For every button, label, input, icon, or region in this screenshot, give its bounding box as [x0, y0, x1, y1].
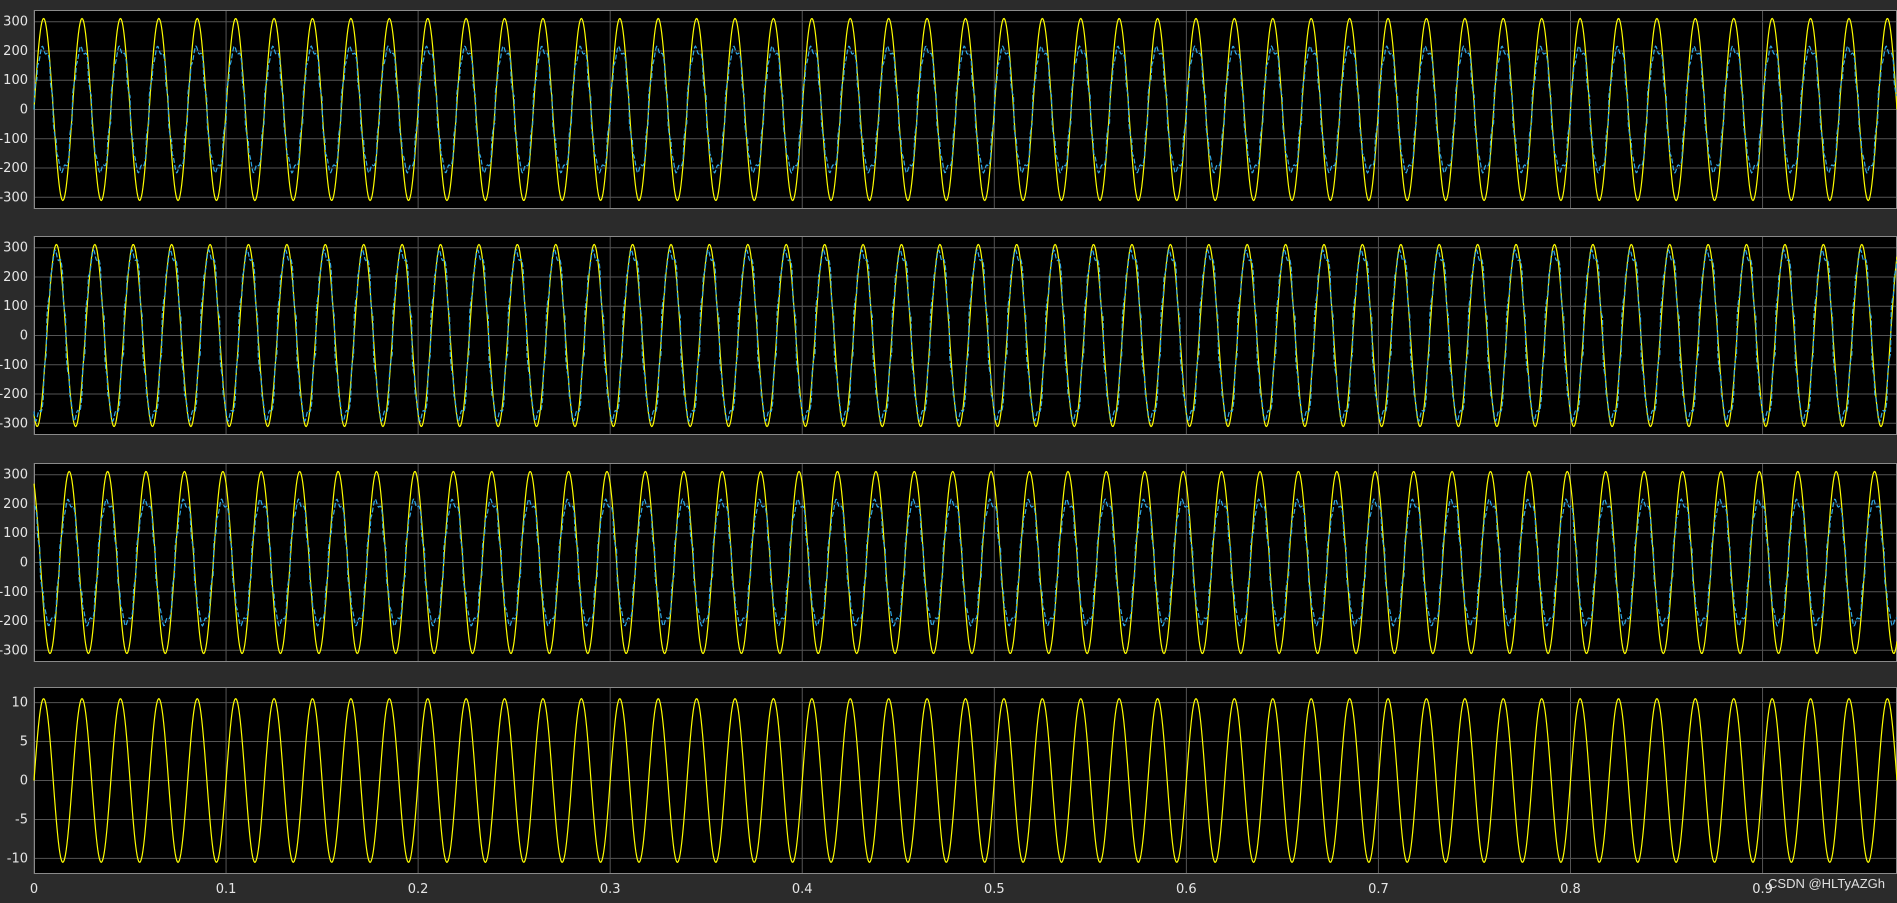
y-tick-label: -200: [0, 161, 28, 176]
y-tick-label: -300: [0, 416, 28, 431]
y-tick-label: 5: [20, 735, 28, 750]
y-tick-label: 0: [20, 103, 28, 118]
y-tick-label: 10: [11, 696, 28, 711]
x-tick-label: 0.7: [1368, 882, 1389, 897]
watermark: CSDN @HLTyAZGh: [1768, 876, 1885, 891]
y-tick-label: 200: [3, 44, 28, 59]
y-tick-label: -10: [7, 851, 28, 866]
x-tick-label: 0.2: [408, 882, 429, 897]
x-tick-label: 0.4: [792, 882, 813, 897]
y-tick-label: 200: [3, 497, 28, 512]
y-tick-label: 200: [3, 270, 28, 285]
x-tick-label: 0.6: [1176, 882, 1197, 897]
x-tick-label: 0.1: [216, 882, 237, 897]
y-tick-label: -300: [0, 190, 28, 205]
x-tick-label: 0: [30, 882, 38, 897]
y-tick-label: -300: [0, 643, 28, 658]
scope-panel-4: -10-505100 0.1 0.2 0.3 0.4 0.5 0.6 0.7 0.8 0.9: [7, 687, 1897, 897]
y-tick-label: -200: [0, 387, 28, 402]
y-tick-label: 0: [20, 556, 28, 571]
scope-panel-1: -300 -200 -100 0 100 200 300: [0, 10, 1897, 209]
x-tick-label: 0.5: [984, 882, 1005, 897]
y-tick-label: -100: [0, 358, 28, 373]
scope-panel-3: -300 -200 -100 0 100 200 300: [0, 463, 1897, 662]
y-tick-label: 0: [20, 774, 28, 789]
y-tick-label: 0: [20, 329, 28, 344]
x-tick-label: 0.3: [600, 882, 621, 897]
y-tick-label: 100: [3, 526, 28, 541]
x-tick-label: 0.8: [1560, 882, 1581, 897]
y-tick-label: 300: [3, 468, 28, 483]
y-tick-label: 300: [3, 241, 28, 256]
y-tick-label: 100: [3, 299, 28, 314]
y-tick-label: -100: [0, 132, 28, 147]
y-tick-label: 300: [3, 15, 28, 30]
y-tick-label: 100: [3, 73, 28, 88]
y-tick-label: -5: [15, 812, 28, 827]
scope-figure: -300-200-1000100200300-300-200-100010020…: [0, 10, 1897, 897]
y-tick-label: -100: [0, 585, 28, 600]
scope-panel-2: -300 -200 -100 0 100 200 300: [0, 236, 1897, 435]
y-tick-label: -200: [0, 614, 28, 629]
